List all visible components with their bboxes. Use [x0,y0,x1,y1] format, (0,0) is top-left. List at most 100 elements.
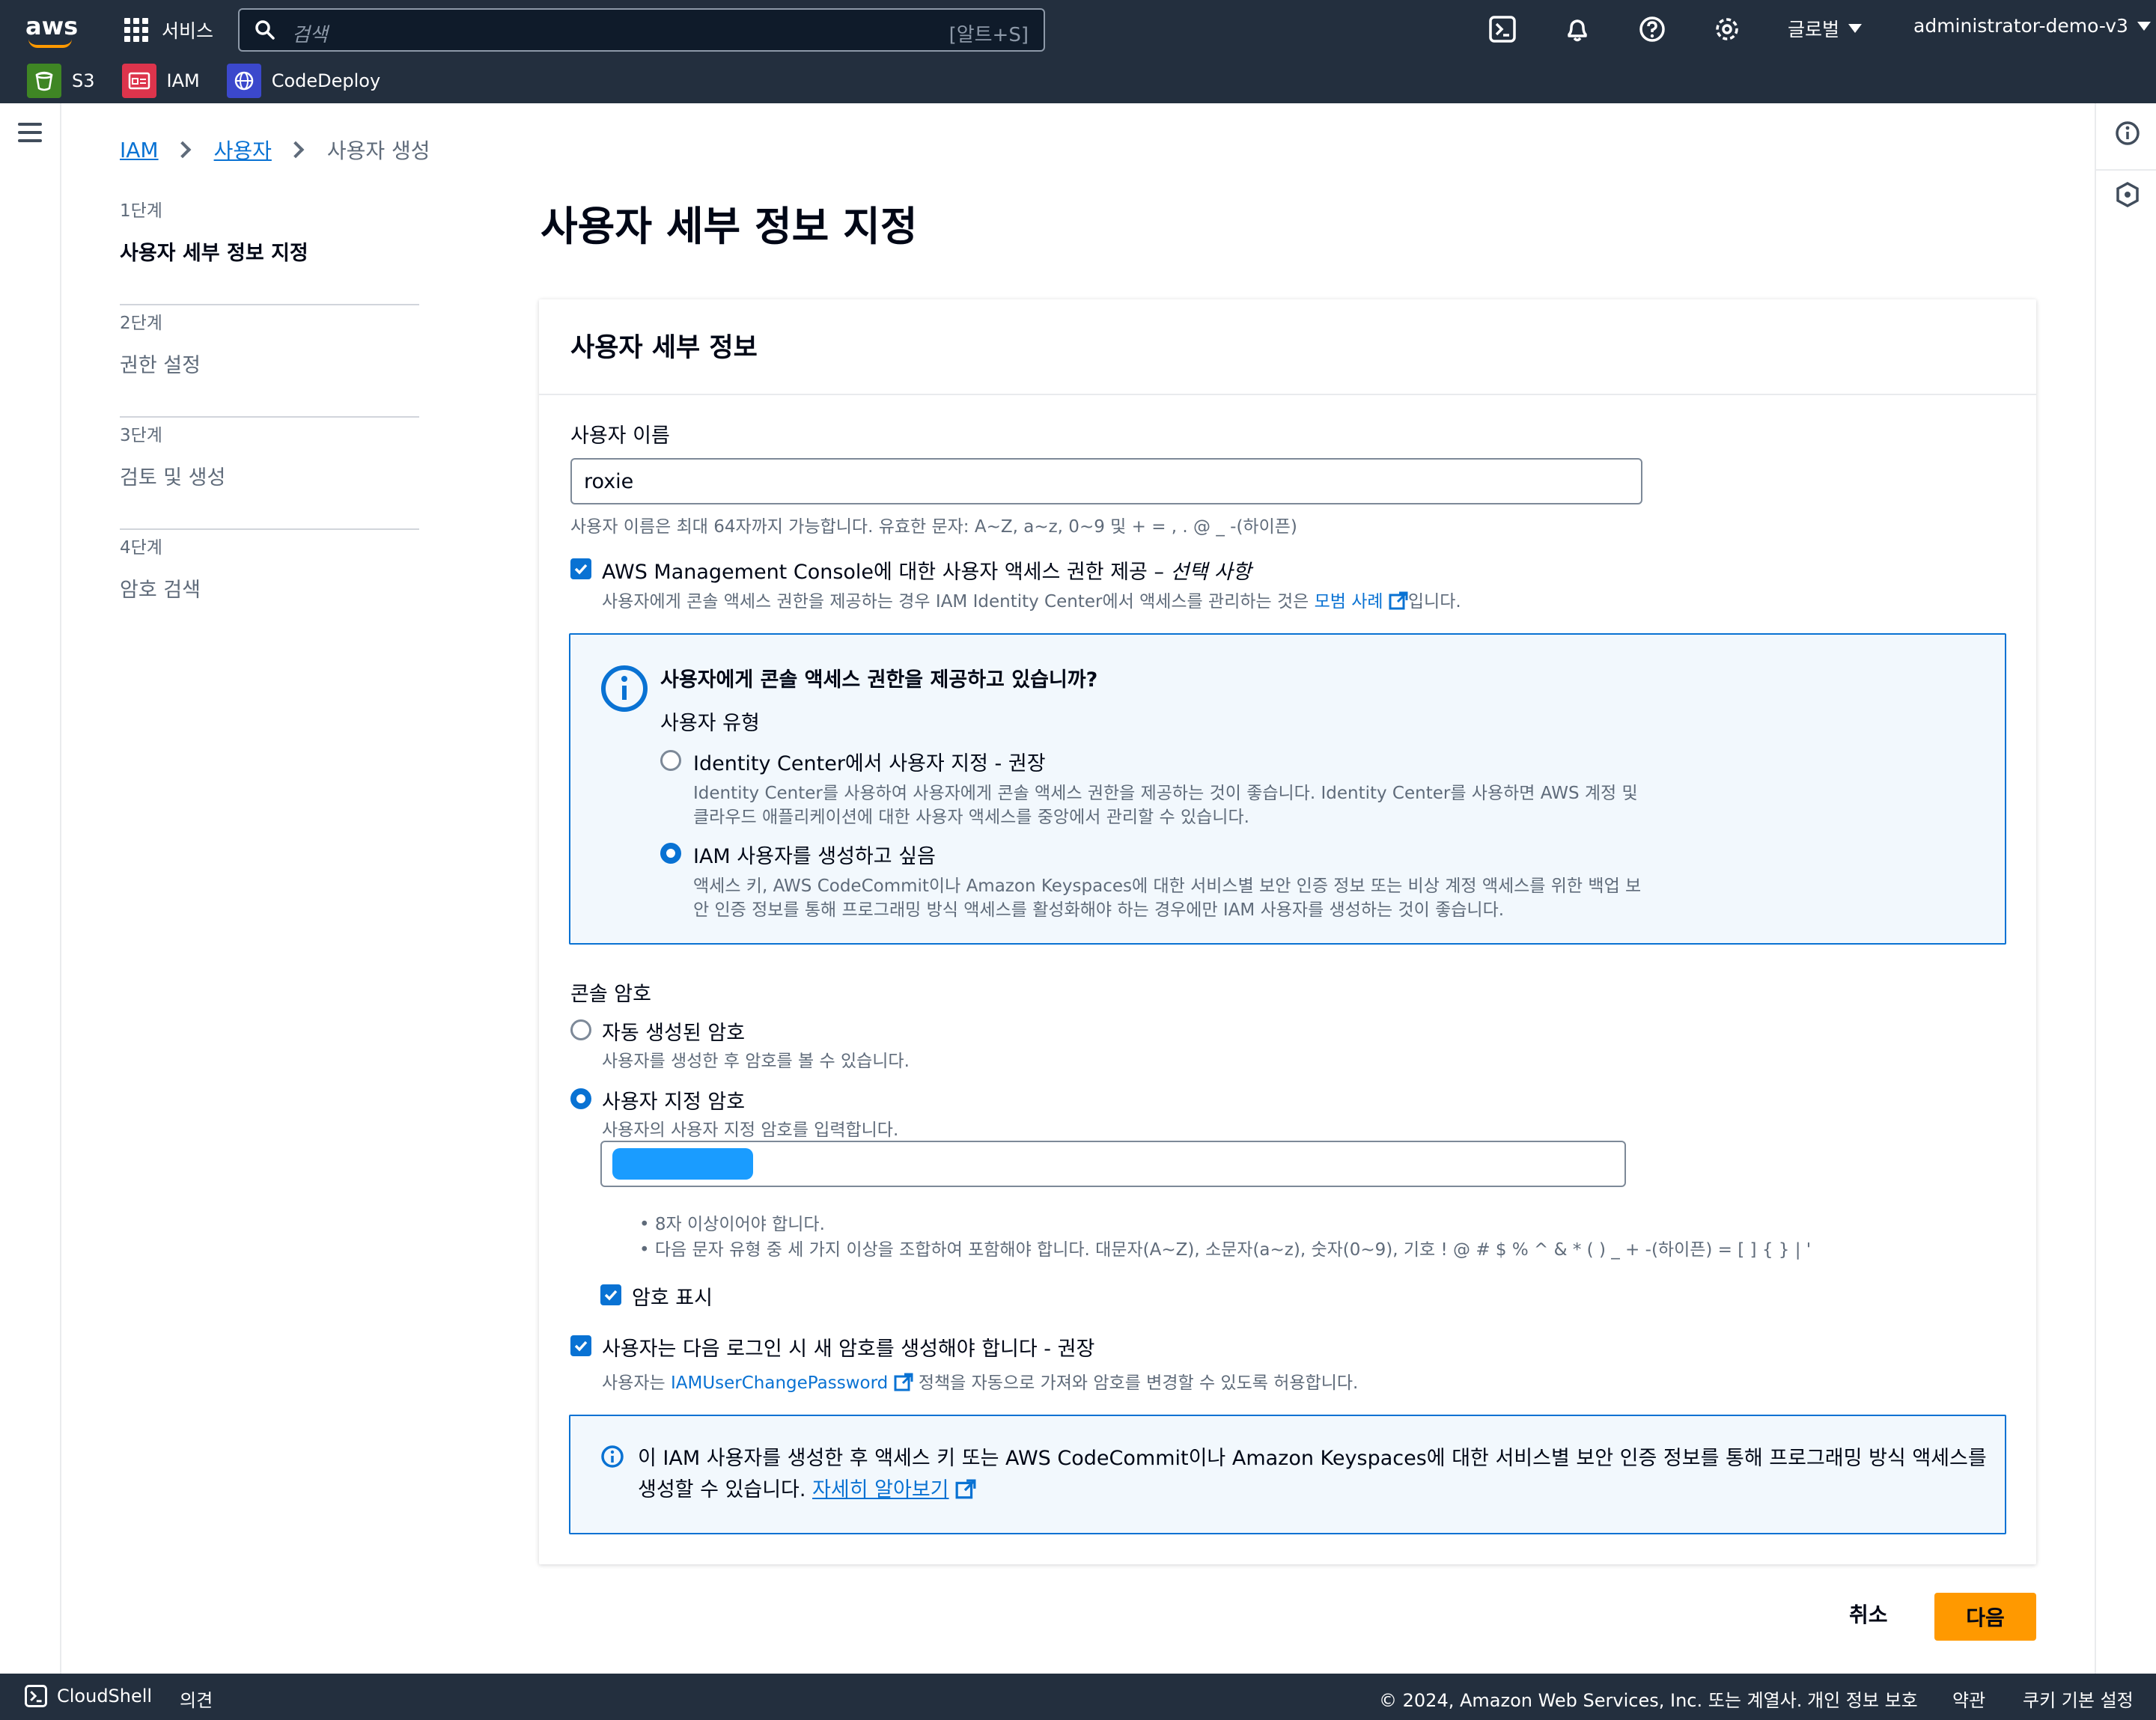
apps-grid-icon [124,18,148,42]
footer: CloudShell 의견 © 2024, Amazon Web Service… [0,1674,2156,1720]
identity-center-label: Identity Center에서 사용자 지정 - 권장 [693,752,1046,775]
identity-center-radio[interactable] [660,750,681,771]
next-button[interactable]: 다음 [1934,1593,2036,1641]
custom-password-desc: 사용자의 사용자 지정 암호를 입력합니다. [602,1120,899,1140]
iam-user-desc-2: 안 인증 정보를 통해 프로그래밍 방식 액세스를 활성화해야 하는 경우에만 … [693,900,1505,920]
favorite-codedeploy[interactable]: CodeDeploy [226,64,380,98]
panel-header: 사용자 세부 정보 [539,299,2036,395]
search-shortcut: [알트+S] [948,24,1029,46]
custom-password-radio[interactable] [570,1088,591,1109]
custom-password-label: 사용자 지정 암호 [602,1091,746,1114]
help-icon[interactable] [1638,15,1666,43]
aws-smile-icon [28,39,72,48]
password-rule-2: • 다음 문자 유형 중 세 가지 이상을 조합하여 포함해야 합니다. 대문자… [639,1240,1812,1260]
security-hex-icon[interactable] [2114,181,2141,208]
must-reset-desc: 사용자는 IAMUserChangePassword 정책을 자동으로 가져와 … [602,1373,1359,1393]
copyright-text: © 2024, Amazon Web Services, Inc. 또는 계열사… [1379,1690,1803,1711]
iam-badge-icon [121,64,156,98]
cookie-preferences-link[interactable]: 쿠키 기본 설정 [2023,1686,2134,1712]
breadcrumb-users[interactable]: 사용자 [214,135,272,165]
gear-icon[interactable] [1713,15,1741,43]
console-access-checkbox[interactable] [570,558,591,579]
console-password-label: 콘솔 암호 [570,983,651,1006]
iam-user-change-password-link[interactable]: IAMUserChangePassword [671,1373,888,1393]
top-navigation: aws 서비스 검색 [알트+S] 글로벌 administrator-demo… [0,0,2156,103]
external-link-icon [1389,591,1408,610]
user-type-label: 사용자 유형 [660,712,760,735]
side-navigation-rail [0,103,61,1674]
search-input[interactable]: 검색 [알트+S] [238,8,1045,52]
search-placeholder: 검색 [292,24,328,46]
breadcrumb: IAM 사용자 사용자 생성 [120,135,430,165]
caret-down-icon [2137,21,2151,31]
identity-center-desc-2: 클라우드 애플리케이션에 대한 사용자 액세스를 중앙에서 관리할 수 있습니다… [693,808,1249,827]
programmatic-access-text-2: 생성할 수 있습니다. 자세히 알아보기 [638,1473,976,1502]
breadcrumb-current: 사용자 생성 [326,138,430,163]
tools-rail [2095,103,2156,1674]
chevron-right-icon [174,141,191,159]
username-input[interactable]: roxie [570,458,1642,504]
wizard-step-3[interactable]: 3단계 검토 및 생성 [120,418,419,530]
username-label: 사용자 이름 [570,424,670,448]
checkmark-icon [574,1341,588,1352]
breadcrumb-iam[interactable]: IAM [120,138,159,162]
must-reset-label: 사용자는 다음 로그인 시 새 암호를 생성해야 합니다 - 권장 [602,1338,1095,1361]
checkmark-icon [604,1290,618,1301]
aws-logo[interactable]: aws [25,12,78,48]
must-reset-checkbox[interactable] [570,1335,591,1356]
services-menu-button[interactable]: 서비스 [124,16,213,43]
s3-bucket-icon [27,64,61,98]
wizard-step-1[interactable]: 1단계 사용자 세부 정보 지정 [120,193,419,305]
cancel-button[interactable]: 취소 [1849,1599,1888,1629]
favorites-bar: S3 IAM CodeDeploy [0,60,380,102]
menu-icon[interactable] [18,123,42,142]
wizard-steps: 1단계 사용자 세부 정보 지정 2단계 권한 설정 3단계 검토 및 생성 4… [120,193,419,642]
account-menu[interactable]: administrator-demo-v3 [1913,15,2151,37]
caret-down-icon [1848,24,1863,33]
cloudshell-icon [25,1685,47,1707]
custom-password-input[interactable] [600,1141,1626,1187]
programmatic-access-info-box: 이 IAM 사용자를 생성한 후 액세스 키 또는 AWS CodeCommit… [569,1415,2006,1534]
show-password-label: 암호 표시 [632,1287,713,1310]
auto-password-desc: 사용자를 생성한 후 암호를 볼 수 있습니다. [602,1052,910,1071]
best-practice-link[interactable]: 모범 사례 [1315,592,1383,612]
learn-more-link[interactable]: 자세히 알아보기 [812,1478,948,1501]
privacy-link[interactable]: 개인 정보 보호 [1807,1686,1918,1712]
info-box-title: 사용자에게 콘솔 액세스 권한을 제공하고 있습니까? [660,668,1098,692]
console-access-label: AWS Management Console에 대한 사용자 액세스 권한 제공… [602,561,1252,584]
favorite-s3[interactable]: S3 [27,64,95,98]
wizard-step-2[interactable]: 2단계 권한 설정 [120,305,419,418]
show-password-checkbox[interactable] [600,1284,621,1305]
info-icon [601,665,648,712]
info-icon[interactable] [2114,120,2141,147]
wizard-step-4[interactable]: 4단계 암호 검색 [120,530,419,642]
terms-link[interactable]: 약관 [1952,1686,1985,1712]
codedeploy-icon [226,64,261,98]
auto-password-radio[interactable] [570,1019,591,1040]
info-icon [601,1445,624,1468]
programmatic-access-text-1: 이 IAM 사용자를 생성한 후 액세스 키 또는 AWS CodeCommit… [638,1447,1987,1470]
search-icon [255,20,275,40]
bell-icon[interactable] [1563,15,1592,43]
favorite-iam[interactable]: IAM [121,64,200,98]
console-access-info-box: 사용자에게 콘솔 액세스 권한을 제공하고 있습니까? 사용자 유형 Ident… [569,633,2006,945]
redacted-password-mask [612,1148,753,1180]
checkmark-icon [574,564,588,575]
cloudshell-icon[interactable] [1488,15,1517,43]
page-title: 사용자 세부 정보 지정 [540,203,918,250]
external-link-icon [955,1479,976,1499]
password-rule-1: • 8자 이상이어야 합니다. [639,1215,825,1234]
cloudshell-footer-button[interactable]: CloudShell [24,1684,152,1708]
auto-password-label: 자동 생성된 암호 [602,1022,746,1045]
iam-user-desc-1: 액세스 키, AWS CodeCommit이나 Amazon Keyspaces… [693,876,1642,896]
rail-divider [2096,169,2156,171]
iam-user-radio[interactable] [660,843,681,864]
feedback-link[interactable]: 의견 [180,1686,213,1712]
console-access-desc: 사용자에게 콘솔 액세스 권한을 제공하는 경우 IAM Identity Ce… [602,591,1461,612]
identity-center-desc-1: Identity Center를 사용하여 사용자에게 콘솔 액세스 권한을 제… [693,784,1638,803]
chevron-right-icon [287,141,305,159]
username-hint: 사용자 이름은 최대 64자까지 가능합니다. 유효한 문자: A~Z, a~z… [570,517,1297,537]
iam-user-label: IAM 사용자를 생성하고 싶음 [693,845,936,868]
user-details-panel: 사용자 세부 정보 사용자 이름 roxie 사용자 이름은 최대 64자까지 … [539,299,2036,1564]
region-selector[interactable]: 글로벌 [1788,15,1863,42]
